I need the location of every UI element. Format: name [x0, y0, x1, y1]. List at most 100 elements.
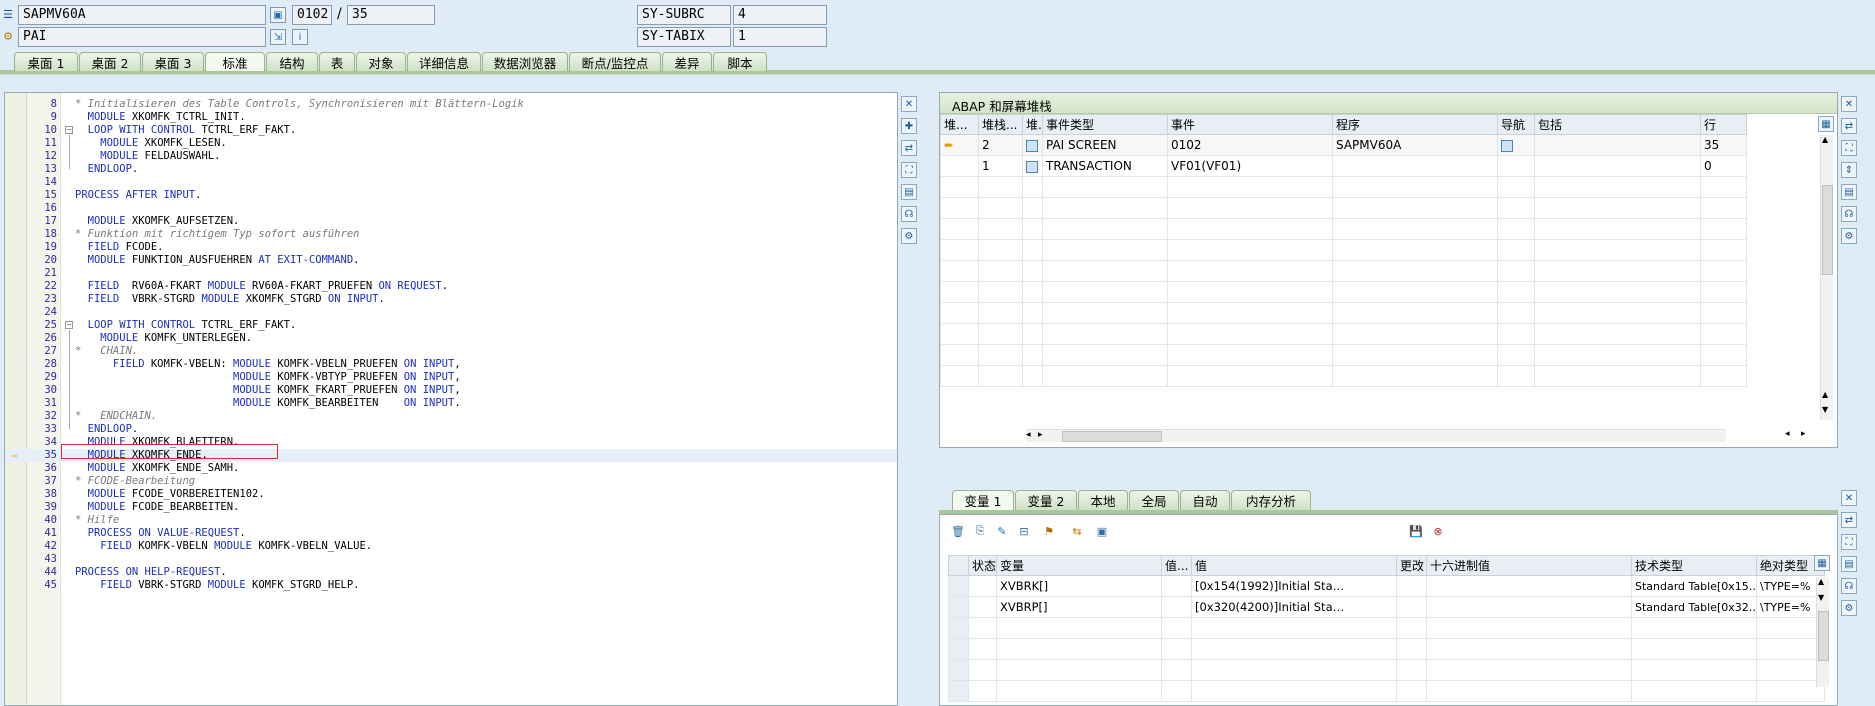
tab-diff[interactable]: 差异 [662, 52, 712, 71]
fold-toggle-icon[interactable]: − [65, 321, 73, 329]
scroll-right-icon-2[interactable]: ▸ [1801, 429, 1806, 439]
maximize-icon[interactable]: ⛶ [1841, 140, 1857, 156]
close-icon[interactable]: ✕ [1841, 96, 1857, 112]
code-line[interactable]: 25− LOOP WITH CONTROL TCTRL_ERF_FAKT. [5, 319, 897, 332]
new-tool-icon[interactable]: ✚ [901, 118, 917, 134]
stack-row[interactable] [940, 260, 1747, 282]
stack-row[interactable] [940, 323, 1747, 345]
minimize-icon[interactable]: ⇕ [1841, 162, 1857, 178]
tab-table[interactable]: 表 [319, 52, 355, 71]
swap-tool-icon[interactable]: ⇄ [1841, 118, 1857, 134]
code-line[interactable]: 44 PROCESS ON HELP-REQUEST. [5, 566, 897, 579]
edit-icon[interactable]: ✎ [994, 523, 1010, 539]
code-line[interactable]: 28 FIELD KOMFK-VBELN: MODULE KOMFK-VBELN… [5, 358, 897, 371]
stack-row[interactable] [940, 281, 1747, 303]
code-line[interactable]: 29 MODULE KOMFK-VBTYP_PRUEFEN ON INPUT, [5, 371, 897, 384]
variables-row[interactable] [948, 659, 1825, 681]
variables-cell[interactable]: XVBRP[] [996, 596, 1162, 618]
variables-cell[interactable] [996, 680, 1162, 702]
code-line[interactable]: 23 FIELD VBRK-STGRD MODULE XKOMFK_STGRD … [5, 293, 897, 306]
tab-structure[interactable]: 结构 [266, 52, 318, 71]
screen-number-field[interactable]: 0102 [292, 5, 332, 25]
stack-row[interactable]: ➨ 2 PAI SCREEN 0102 SAPMV60A 35 [940, 134, 1747, 156]
code-line[interactable]: 27 * CHAIN. [5, 345, 897, 358]
tab-auto[interactable]: 自动 [1180, 490, 1230, 510]
scroll-left-icon-2[interactable]: ◂ [1785, 429, 1790, 439]
row-selector[interactable] [948, 638, 969, 660]
variables-column-header[interactable]: 变量 [996, 555, 1162, 576]
tab-data-browser[interactable]: 数据浏览器 [482, 52, 568, 71]
code-line[interactable]: 37 * FCODE-Bearbeitung [5, 475, 897, 488]
stack-row[interactable] [940, 344, 1747, 366]
code-line[interactable]: 21 [5, 267, 897, 280]
delete-all-icon[interactable]: ⊗ [1430, 523, 1446, 539]
stack-column-header[interactable]: 包括 [1534, 114, 1701, 135]
scroll-up-icon-2[interactable]: ▲ [1822, 390, 1828, 399]
variables-cell[interactable]: XVBRK[] [996, 575, 1162, 597]
stack-row[interactable]: 1 TRANSACTION VF01(VF01) 0 [940, 155, 1747, 177]
row-selector[interactable] [948, 596, 969, 618]
code-line[interactable]: 38 MODULE FCODE_VORBEREITEN102. [5, 488, 897, 501]
code-line[interactable]: 18 * Funktion mit richtigem Typ sofort au… [5, 228, 897, 241]
stack-column-header[interactable]: 程序 [1332, 114, 1498, 135]
remove-row-icon[interactable]: ⊟ [1016, 523, 1032, 539]
code-line[interactable]: 24 [5, 306, 897, 319]
tab-desktop-2[interactable]: 桌面 2 [79, 52, 141, 71]
fold-toggle-icon[interactable]: − [65, 126, 73, 134]
variables-cell[interactable] [996, 617, 1162, 639]
screen-icon[interactable]: ▣ [270, 7, 286, 23]
code-line[interactable]: 41 PROCESS ON VALUE-REQUEST. [5, 527, 897, 540]
code-line[interactable]: 17 MODULE XKOMFK_AUFSETZEN. [5, 215, 897, 228]
copy-icon[interactable]: ⎘ [972, 523, 988, 539]
scroll-up-icon[interactable]: ▲ [1818, 577, 1824, 586]
tab-global[interactable]: 全局 [1129, 490, 1179, 510]
variables-row[interactable] [948, 617, 1825, 639]
variables-cell[interactable] [996, 659, 1162, 681]
stack-row[interactable] [940, 197, 1747, 219]
code-line[interactable]: 33 ENDLOOP. [5, 423, 897, 436]
sy-tabix-value[interactable]: 1 [733, 27, 827, 47]
scroll-up-icon[interactable]: ▲ [1822, 135, 1828, 144]
source-editor[interactable]: 8 * Initialisieren des Table Controls, Sy… [4, 92, 898, 706]
code-line[interactable]: 19 FIELD FCODE. [5, 241, 897, 254]
variables-info-icon[interactable]: ⚑ [1038, 523, 1060, 539]
tab-script[interactable]: 脚本 [713, 52, 767, 71]
code-line[interactable]: 9 MODULE XKOMFK_TCTRL_INIT. [5, 111, 897, 124]
info-icon[interactable]: i [292, 29, 308, 45]
tab-variables-2[interactable]: 变量 2 [1015, 490, 1077, 510]
variables-column-header[interactable]: 十六进制值 [1426, 555, 1632, 576]
code-line[interactable]: 40 * Hilfe [5, 514, 897, 527]
code-line[interactable]: 13 ENDLOOP. [5, 163, 897, 176]
stack-vscroll-thumb[interactable] [1822, 185, 1833, 275]
maximize-icon[interactable]: ⛶ [901, 162, 917, 178]
close-icon[interactable]: ✕ [1841, 490, 1857, 506]
services-icon[interactable]: ☊ [901, 206, 917, 222]
code-line[interactable]: 22 FIELD RV60A-FKART MODULE RV60A-FKART_… [5, 280, 897, 293]
save-icon[interactable]: 💾 [1408, 523, 1424, 539]
split-icon[interactable]: ▤ [1841, 556, 1857, 572]
variables-column-header[interactable]: 值 [1191, 555, 1397, 576]
stack-hscroll-thumb[interactable] [1062, 431, 1162, 442]
navigate-icon[interactable] [1501, 139, 1513, 152]
settings-icon[interactable]: ⚙ [1841, 228, 1857, 244]
variables-vscroll[interactable]: ▲ ▼ [1816, 577, 1829, 687]
code-line[interactable]: 32 * ENDCHAIN. [5, 410, 897, 423]
tab-local[interactable]: 本地 [1078, 490, 1128, 510]
stack-column-header[interactable]: 堆. [1022, 114, 1043, 135]
code-line[interactable]: 43 [5, 553, 897, 566]
code-line[interactable]: 12 MODULE FELDAUSWAHL. [5, 150, 897, 163]
code-line[interactable]: 30 MODULE KOMFK_FKART_PRUEFEN ON INPUT, [5, 384, 897, 397]
stack-row[interactable] [940, 302, 1747, 324]
tab-details[interactable]: 详细信息 [407, 52, 481, 71]
navigate-icon[interactable]: ⇲ [270, 29, 286, 45]
code-line[interactable]: 14 [5, 176, 897, 189]
row-selector-header[interactable] [948, 555, 969, 576]
code-line[interactable]: 42 FIELD KOMFK-VBELN MODULE KOMFK-VBELN_… [5, 540, 897, 553]
tab-standard[interactable]: 标准 [205, 52, 265, 71]
close-icon[interactable]: ✕ [901, 96, 917, 112]
maximize-icon[interactable]: ⛶ [1841, 534, 1857, 550]
program-field[interactable]: SAPMV60A [18, 5, 266, 25]
scroll-down-icon[interactable]: ▼ [1818, 593, 1824, 602]
stack-column-header[interactable]: 事件类型 [1042, 114, 1168, 135]
stack-hscroll[interactable]: ◂ ▸ [1026, 429, 1726, 442]
